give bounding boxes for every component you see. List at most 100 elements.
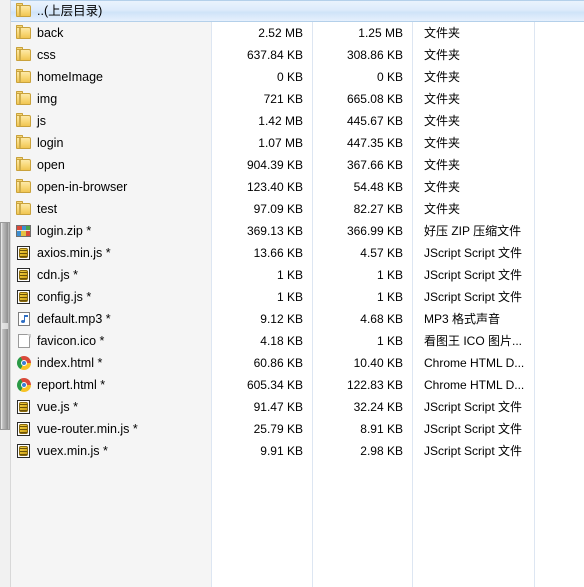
table-row[interactable]: vuex.min.js * 9.91 KB 2.98 KB JScript Scrip… — [11, 440, 584, 462]
table-row[interactable]: favicon.ico * 4.18 KB 1 KB 看图王 ICO 图片... — [11, 330, 584, 352]
cell-name[interactable]: open — [11, 154, 211, 176]
folder-icon — [16, 157, 32, 173]
cell-size: 91.47 KB — [253, 400, 303, 414]
cell-size: 1.42 MB — [258, 114, 303, 128]
cell-compressed-size: 1 KB — [376, 290, 403, 304]
file-listing-pane: ..(上层目录) back 2.52 MB 1.25 MB 文件夹 css 637.84 K… — [0, 0, 584, 587]
table-row[interactable]: login.zip * 369.13 KB 366.99 KB 好压 ZIP 压缩文件 — [11, 220, 584, 242]
file-name-label: open — [37, 158, 65, 172]
cell-compressed-size: 366.99 KB — [346, 224, 403, 238]
cell-name[interactable]: login.zip * — [11, 220, 211, 242]
table-row[interactable]: back 2.52 MB 1.25 MB 文件夹 — [11, 22, 584, 44]
cell-size: 0 KB — [276, 70, 303, 84]
jscript-icon — [16, 267, 32, 283]
table-row[interactable]: js 1.42 MB 445.67 KB 文件夹 — [11, 110, 584, 132]
table-row[interactable]: login 1.07 MB 447.35 KB 文件夹 — [11, 132, 584, 154]
table-row[interactable]: axios.min.js * 13.66 KB 4.57 KB JScript Scr… — [11, 242, 584, 264]
file-name-label: config.js * — [37, 290, 92, 304]
cell-size: 4.18 KB — [260, 334, 303, 348]
chrome-icon — [16, 355, 32, 371]
cell-name[interactable]: vue-router.min.js * — [11, 418, 211, 440]
cell-type: 文件夹 — [424, 202, 461, 216]
cell-name[interactable]: css — [11, 44, 211, 66]
cell-size: 9.91 KB — [260, 444, 303, 458]
cell-size: 904.39 KB — [246, 158, 303, 172]
table-row[interactable]: cdn.js * 1 KB 1 KB JScript Script 文件 — [11, 264, 584, 286]
cell-compressed-size: 54.48 KB — [353, 180, 403, 194]
table-row[interactable]: index.html * 60.86 KB 10.40 KB Chrome HTML … — [11, 352, 584, 374]
cell-compressed-size: 4.57 KB — [360, 246, 403, 260]
cell-type: 文件夹 — [424, 26, 461, 40]
table-row[interactable]: img 721 KB 665.08 KB 文件夹 — [11, 88, 584, 110]
cell-compressed-size: 122.83 KB — [346, 378, 403, 392]
table-row[interactable]: ..(上层目录) — [11, 0, 584, 22]
cell-type: 文件夹 — [424, 70, 461, 84]
folder-icon — [16, 47, 32, 63]
cell-name[interactable]: axios.min.js * — [11, 242, 211, 264]
cell-size: 123.40 KB — [246, 180, 303, 194]
cell-name[interactable]: homeImage — [11, 66, 211, 88]
cell-size: 25.79 KB — [253, 422, 303, 436]
cell-compressed-size: 8.91 KB — [360, 422, 403, 436]
folder-icon — [16, 201, 32, 217]
file-name-label: index.html * — [37, 356, 103, 370]
cell-size: 721 KB — [263, 92, 303, 106]
cell-name[interactable]: cdn.js * — [11, 264, 211, 286]
folder-icon — [16, 3, 32, 19]
cell-size: 369.13 KB — [246, 224, 303, 238]
cell-compressed-size: 82.27 KB — [353, 202, 403, 216]
folder-icon — [16, 113, 32, 129]
cell-compressed-size: 10.40 KB — [353, 356, 403, 370]
cell-name[interactable]: test — [11, 198, 211, 220]
table-row[interactable]: vue-router.min.js * 25.79 KB 8.91 KB JScrip… — [11, 418, 584, 440]
cell-name[interactable]: favicon.ico * — [11, 330, 211, 352]
cell-name[interactable]: img — [11, 88, 211, 110]
file-name-label: default.mp3 * — [37, 312, 111, 326]
cell-type: JScript Script 文件 — [424, 246, 523, 260]
cell-name[interactable]: ..(上层目录) — [11, 0, 211, 22]
cell-name[interactable]: index.html * — [11, 352, 211, 374]
cell-size: 97.09 KB — [253, 202, 303, 216]
cell-type: Chrome HTML D... — [424, 356, 525, 370]
cell-compressed-size: 447.35 KB — [346, 136, 403, 150]
cell-name[interactable]: open-in-browser — [11, 176, 211, 198]
table-row[interactable]: report.html * 605.34 KB 122.83 KB Chrome HT… — [11, 374, 584, 396]
cell-size: 60.86 KB — [253, 356, 303, 370]
cell-name[interactable]: js — [11, 110, 211, 132]
table-row[interactable]: default.mp3 * 9.12 KB 4.68 KB MP3 格式声音 — [11, 308, 584, 330]
vertical-scrollbar[interactable] — [0, 0, 11, 587]
table-row[interactable]: test 97.09 KB 82.27 KB 文件夹 — [11, 198, 584, 220]
cell-type: 文件夹 — [424, 180, 461, 194]
jscript-icon — [16, 289, 32, 305]
cell-name[interactable]: login — [11, 132, 211, 154]
cell-name[interactable]: config.js * — [11, 286, 211, 308]
cell-compressed-size: 1 KB — [376, 334, 403, 348]
table-row[interactable]: open-in-browser 123.40 KB 54.48 KB 文件夹 — [11, 176, 584, 198]
cell-name[interactable]: vuex.min.js * — [11, 440, 211, 462]
cell-name[interactable]: default.mp3 * — [11, 308, 211, 330]
cell-compressed-size: 0 KB — [376, 70, 403, 84]
cell-compressed-size: 32.24 KB — [353, 400, 403, 414]
scrollbar-thumb[interactable] — [0, 222, 10, 430]
table-row[interactable]: vue.js * 91.47 KB 32.24 KB JScript Script 文… — [11, 396, 584, 418]
cell-size: 605.34 KB — [246, 378, 303, 392]
folder-icon — [16, 91, 32, 107]
table-row[interactable]: config.js * 1 KB 1 KB JScript Script 文件 — [11, 286, 584, 308]
cell-name[interactable]: report.html * — [11, 374, 211, 396]
cell-type — [424, 0, 542, 22]
jscript-icon — [16, 399, 32, 415]
cell-size — [212, 0, 312, 22]
table-row[interactable]: css 637.84 KB 308.86 KB 文件夹 — [11, 44, 584, 66]
table-row[interactable]: open 904.39 KB 367.66 KB 文件夹 — [11, 154, 584, 176]
cell-name[interactable]: back — [11, 22, 211, 44]
cell-size: 2.52 MB — [258, 26, 303, 40]
folder-icon — [16, 135, 32, 151]
file-name-label: homeImage — [37, 70, 104, 84]
cell-type: 文件夹 — [424, 48, 461, 62]
cell-type: 文件夹 — [424, 136, 461, 150]
table-row[interactable]: homeImage 0 KB 0 KB 文件夹 — [11, 66, 584, 88]
file-name-label: axios.min.js * — [37, 246, 111, 260]
file-name-label: cdn.js * — [37, 268, 78, 282]
cell-name[interactable]: vue.js * — [11, 396, 211, 418]
file-name-label: back — [37, 26, 64, 40]
